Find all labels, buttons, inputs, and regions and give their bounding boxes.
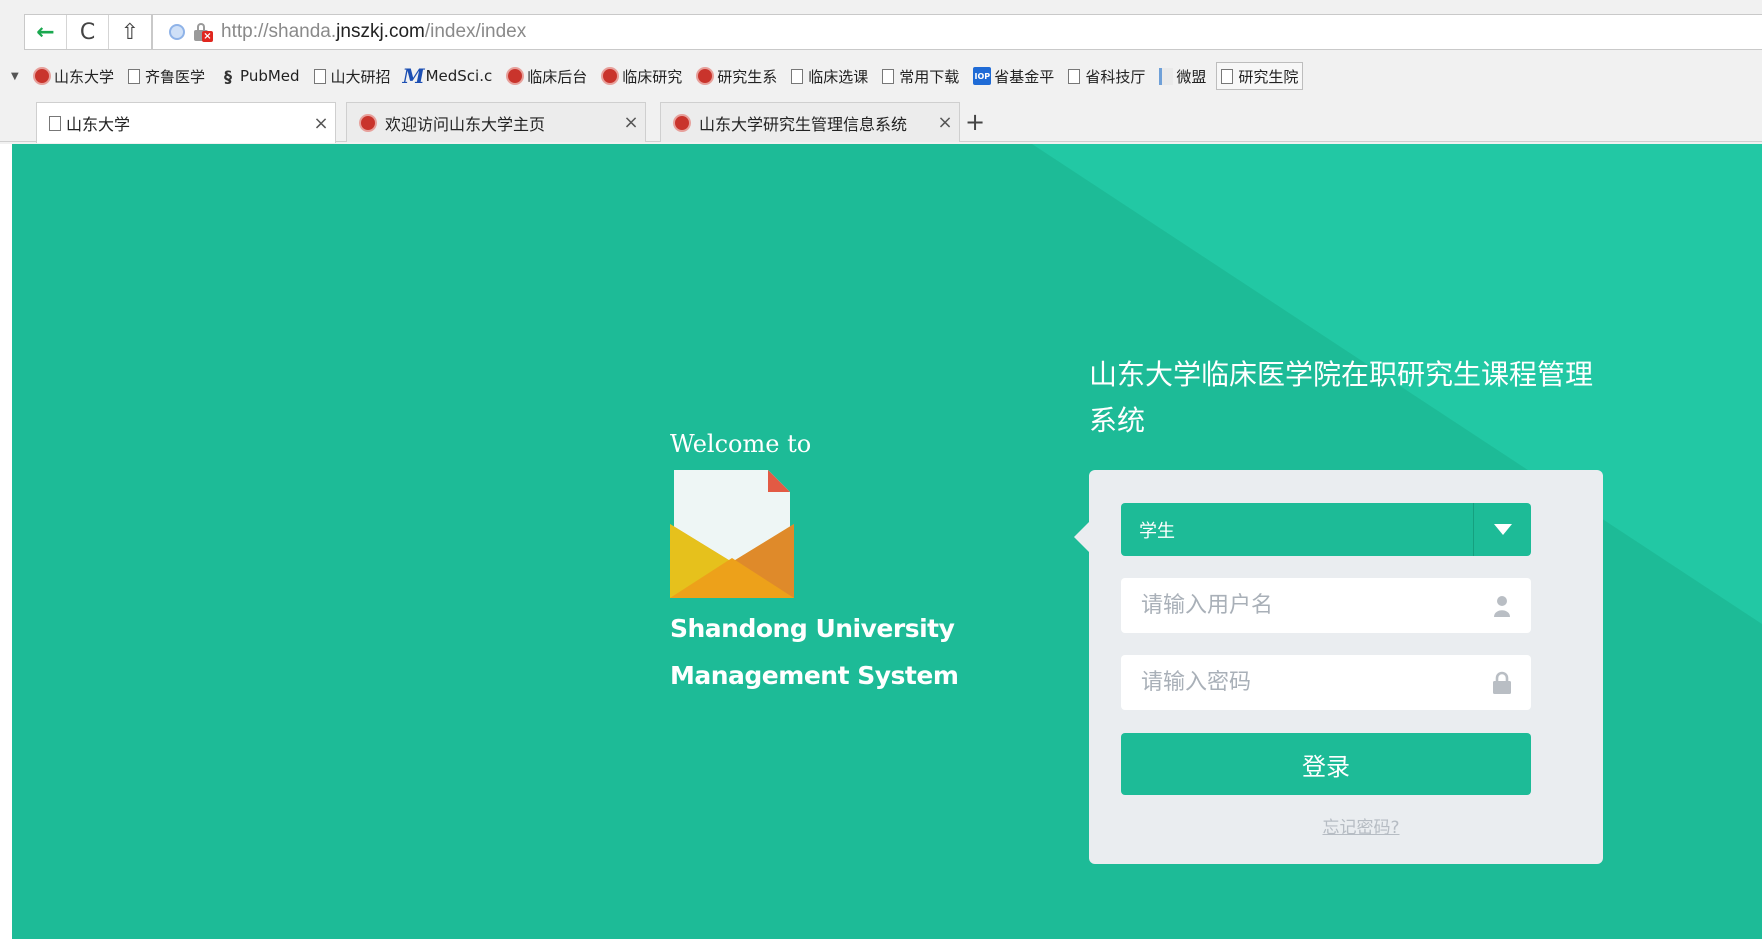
back-button[interactable]: ← <box>25 15 67 49</box>
document-icon <box>1159 67 1174 85</box>
browser-tab[interactable]: 山东大学研究生管理信息系统 × <box>660 102 960 142</box>
forgot-password-link[interactable]: 忘记密码? <box>1089 813 1603 838</box>
bookmark-label: 临床研究 <box>622 67 683 86</box>
tab-strip: + 山东大学 × 欢迎访问山东大学主页 × 山东大学研究生管理信息系统 × <box>0 98 1762 143</box>
browser-tab[interactable]: 欢迎访问山东大学主页 × <box>346 102 646 142</box>
bookmark-label: 研究生院 <box>1238 67 1299 86</box>
bookmark-item[interactable]: 研究生系 <box>692 62 781 90</box>
new-tab-button[interactable]: + <box>960 108 990 138</box>
university-seal-icon <box>673 113 691 132</box>
tab-close-icon[interactable]: × <box>307 113 335 134</box>
bookmark-label: 山东大学 <box>54 67 115 86</box>
medsci-m-icon: M <box>402 64 425 88</box>
page-icon <box>882 68 895 84</box>
insecure-lock-icon[interactable]: × <box>193 22 213 42</box>
bookmark-label: 微盟 <box>1176 67 1207 86</box>
page-icon <box>49 115 61 131</box>
browser-chrome: ← C ⇧ × http://shanda.jnszkj.com/index/i… <box>0 0 1762 144</box>
tab-label: 欢迎访问山东大学主页 <box>385 114 546 134</box>
bookmark-item[interactable]: 临床后台 <box>502 62 591 90</box>
welcome-text: Welcome to <box>670 430 812 458</box>
url-host: jnszkj.com <box>336 21 425 42</box>
address-row: ← C ⇧ × http://shanda.jnszkj.com/index/i… <box>0 10 1762 54</box>
bookmark-item[interactable]: 山东大学 <box>29 62 118 90</box>
bookmark-label: 省科技厅 <box>1085 67 1146 86</box>
page-icon <box>791 68 804 84</box>
bookmark-item[interactable]: 微盟 <box>1155 62 1210 90</box>
bookmark-item[interactable]: 研究生院 <box>1216 62 1304 90</box>
red-seal-icon <box>601 67 620 85</box>
bookmark-item[interactable]: 临床研究 <box>597 62 686 90</box>
bookmark-item[interactable]: 常用下载 <box>878 62 963 90</box>
bookmark-item[interactable]: § PubMed <box>215 62 304 90</box>
browser-tab[interactable]: 山东大学 × <box>36 102 336 143</box>
bookmark-item[interactable]: 临床选课 <box>787 62 872 90</box>
university-seal-icon <box>506 67 525 85</box>
bookmark-item[interactable]: 山大研招 <box>310 62 395 90</box>
url-prefix: http://shanda. <box>221 21 337 42</box>
bookmark-label: MedSci.c <box>425 67 493 85</box>
bookmark-item[interactable]: 齐鲁医学 <box>124 62 209 90</box>
password-input[interactable] <box>1121 655 1473 710</box>
bookmark-item[interactable]: 省科技厅 <box>1064 62 1149 90</box>
bookmark-label: 齐鲁医学 <box>145 67 206 86</box>
bookmark-item[interactable]: IOP 省基金平 <box>969 62 1058 90</box>
tab-close-icon[interactable]: × <box>931 112 959 133</box>
username-field <box>1121 578 1531 633</box>
brand-name-line1: Shandong University <box>670 614 955 643</box>
page-icon <box>1221 68 1234 84</box>
bookmark-label: 山大研招 <box>330 67 391 86</box>
bookmark-label: 临床后台 <box>527 67 588 86</box>
navigation-buttons: ← C ⇧ <box>24 14 152 50</box>
address-bar[interactable]: × http://shanda.jnszkj.com/index/index <box>152 14 1762 50</box>
dna-icon: § <box>224 66 233 86</box>
login-page: Welcome to Shandong University Managemen… <box>12 144 1762 939</box>
page-icon <box>128 68 141 84</box>
lock-icon <box>1473 655 1531 710</box>
url-text[interactable]: http://shanda.jnszkj.com/index/index <box>221 21 526 43</box>
bookmark-label: 临床选课 <box>808 67 869 86</box>
tab-label: 山东大学研究生管理信息系统 <box>699 114 908 134</box>
university-seal-icon <box>696 67 715 85</box>
envelope-icon <box>670 470 794 598</box>
caret-down-icon <box>1493 524 1512 535</box>
user-icon <box>1473 578 1531 633</box>
bookmarks-bar: ▼ 山东大学 齐鲁医学 § PubMed 山大研招 M MedSci.c 临床后台 临床研究 研究… <box>0 58 1762 94</box>
reload-button[interactable]: C <box>67 15 109 49</box>
tab-close-icon[interactable]: × <box>617 112 645 133</box>
iop-icon: IOP <box>973 67 992 85</box>
card-pointer <box>1074 522 1089 552</box>
bookmark-label: 研究生系 <box>717 67 778 86</box>
site-info-icon[interactable] <box>169 24 185 40</box>
role-select-value: 学生 <box>1139 520 1175 542</box>
login-card: 学生 登录 忘记密码? <box>1074 470 1603 864</box>
page-icon <box>313 68 326 84</box>
bookmarks-chevron-icon[interactable]: ▼ <box>11 71 23 82</box>
university-seal-icon <box>359 113 377 132</box>
bookmark-label: 省基金平 <box>994 67 1055 86</box>
brand-name-line2: Management System <box>670 661 959 690</box>
bookmark-label: PubMed <box>240 67 300 85</box>
system-title: 山东大学临床医学院在职研究生课程管理系统 <box>1089 358 1594 437</box>
page-icon <box>1068 68 1081 84</box>
bookmark-label: 常用下载 <box>899 67 960 86</box>
password-field <box>1121 655 1531 710</box>
url-path: /index/index <box>424 21 527 42</box>
role-select-toggle[interactable] <box>1473 503 1531 556</box>
role-select[interactable]: 学生 <box>1121 503 1531 556</box>
university-seal-icon <box>33 67 51 85</box>
username-input[interactable] <box>1121 578 1473 633</box>
home-button[interactable]: ⇧ <box>109 15 151 49</box>
tab-label: 山东大学 <box>66 115 131 134</box>
login-button[interactable]: 登录 <box>1121 733 1531 795</box>
bookmark-item[interactable]: M MedSci.c <box>401 62 497 90</box>
